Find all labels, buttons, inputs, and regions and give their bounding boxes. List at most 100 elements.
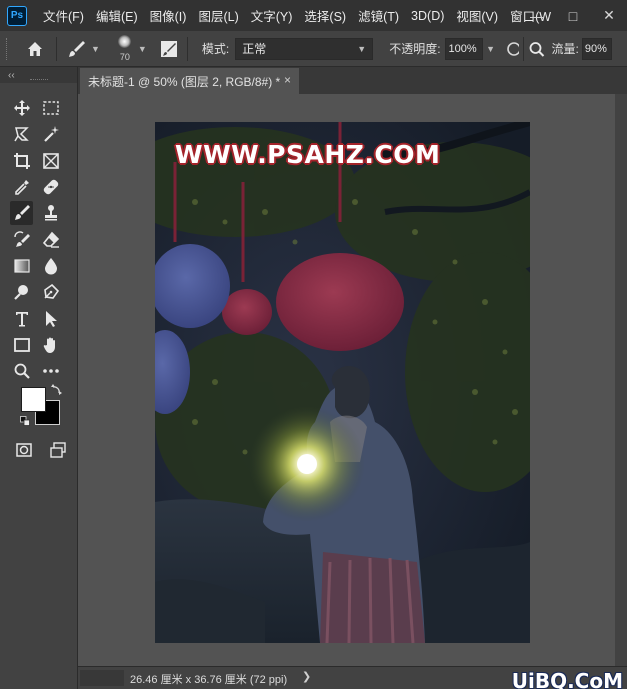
menu-file[interactable]: 文件(F) (37, 6, 90, 25)
watermark-text: WWW.PSAHZ.COM (175, 140, 441, 169)
more-icon (42, 369, 59, 373)
screen-mode-button[interactable] (46, 440, 70, 460)
flow-input[interactable]: 90% (581, 37, 612, 60)
hand-icon (43, 337, 55, 353)
zoom-field[interactable] (80, 670, 124, 686)
options-bar-grip[interactable] (6, 37, 10, 60)
photoshop-logo: Ps (7, 5, 27, 26)
crop-icon (13, 152, 30, 169)
menu-image[interactable]: 图像(I) (144, 6, 193, 25)
menu-select[interactable]: 选择(S) (298, 6, 352, 25)
arrow-cursor-icon (45, 310, 57, 327)
mode-value: 正常 (242, 42, 267, 56)
document-canvas[interactable]: WWW.PSAHZ.COM (155, 122, 530, 643)
pen-tool[interactable] (39, 280, 62, 304)
window-controls: — □ ✕ (519, 0, 627, 31)
menu-layer[interactable]: 图层(L) (192, 6, 244, 25)
path-selection-tool[interactable] (39, 307, 62, 331)
opacity-dropdown[interactable]: ▼ (483, 38, 499, 60)
healing-brush-tool[interactable] (39, 175, 62, 199)
marquee-icon (42, 101, 59, 115)
frame-icon (42, 152, 59, 169)
stamp-icon (44, 205, 57, 221)
separator (522, 36, 524, 61)
brush-icon (14, 205, 30, 221)
status-menu-chevron-icon[interactable]: ❯ (302, 670, 311, 683)
airbrush-search-button[interactable] (528, 39, 546, 59)
document-tab[interactable]: 未标题-1 @ 50% (图层 2, RGB/8#) * × (80, 68, 299, 94)
more-tools-button[interactable] (39, 359, 62, 383)
zoom-icon (14, 363, 30, 379)
history-brush-icon (13, 230, 30, 247)
mode-label: 模式: (201, 42, 230, 56)
close-tab-icon[interactable]: × (284, 73, 291, 87)
gradient-tool[interactable] (10, 254, 33, 278)
separator (186, 36, 188, 61)
tools-panel: ‹‹ (0, 67, 78, 689)
flow-label: 流量: (551, 42, 579, 56)
mode-buttons (12, 440, 80, 460)
menu-bar: Ps 文件(F) 编辑(E) 图像(I) 图层(L) 文字(Y) 选择(S) 滤… (0, 0, 627, 31)
color-swatches (18, 382, 68, 432)
brush-settings-icon (160, 40, 177, 57)
quick-mask-button[interactable] (12, 440, 36, 460)
clone-stamp-tool[interactable] (39, 201, 62, 225)
frame-tool[interactable] (39, 149, 62, 173)
menu-type[interactable]: 文字(Y) (245, 6, 299, 25)
history-brush-tool[interactable] (10, 228, 33, 252)
gradient-icon (13, 259, 30, 273)
menu-view[interactable]: 视图(V) (450, 6, 504, 25)
restore-button[interactable]: □ (555, 0, 591, 31)
brush-settings-button[interactable] (159, 39, 179, 59)
rectangle-tool[interactable] (10, 333, 33, 357)
lasso-icon (13, 127, 29, 142)
magic-wand-tool[interactable] (39, 122, 62, 146)
rectangle-icon (13, 337, 30, 352)
lasso-tool[interactable] (10, 122, 33, 146)
foreground-color[interactable] (21, 387, 46, 412)
marquee-tool[interactable] (39, 96, 62, 120)
default-colors-icon[interactable] (20, 416, 30, 426)
hand-tool[interactable] (39, 333, 62, 357)
search-icon (529, 41, 544, 57)
document-dimensions: 26.46 厘米 x 36.76 厘米 (72 ppi) (130, 674, 288, 686)
mode-select[interactable]: 正常 ▼ (235, 37, 374, 60)
eraser-tool[interactable] (39, 228, 62, 252)
vertical-scrollbar[interactable] (615, 94, 627, 666)
home-icon (28, 41, 42, 56)
menu-filter[interactable]: 滤镜(T) (352, 6, 405, 25)
home-button[interactable] (22, 36, 48, 62)
magic-wand-icon (43, 126, 59, 143)
eyedropper-tool[interactable] (10, 175, 33, 199)
chevron-down-icon: ▼ (357, 43, 367, 54)
brush-tool[interactable] (10, 201, 33, 226)
dodge-icon (13, 285, 28, 300)
swap-colors-icon[interactable] (51, 383, 63, 395)
opacity-input[interactable]: 100% (444, 37, 483, 60)
menu-edit[interactable]: 编辑(E) (90, 6, 144, 25)
dodge-tool[interactable] (10, 280, 33, 304)
brush-icon (69, 40, 85, 57)
blur-tool[interactable] (39, 254, 62, 278)
menu-3d[interactable]: 3D(D) (405, 9, 450, 23)
crop-tool[interactable] (10, 149, 33, 173)
zoom-tool[interactable] (10, 359, 33, 383)
drop-icon (44, 257, 57, 275)
tools-panel-grip[interactable] (30, 79, 48, 81)
tool-preset-picker[interactable]: ▼ (67, 39, 100, 59)
move-tool[interactable] (10, 96, 33, 120)
chevron-down-icon: ▼ (91, 43, 100, 54)
eyedropper-icon (14, 180, 29, 195)
brush-tip-icon (117, 34, 131, 48)
separator (56, 36, 57, 61)
pressure-opacity-button[interactable] (505, 39, 521, 59)
brush-preset-picker[interactable]: 70 (110, 33, 140, 65)
brush-size-value: 70 (119, 51, 130, 62)
type-icon (15, 311, 28, 327)
move-icon (13, 100, 30, 117)
photo-artwork (155, 122, 530, 643)
type-tool[interactable] (10, 307, 33, 331)
minimize-button[interactable]: — (519, 0, 555, 31)
close-button[interactable]: ✕ (591, 0, 627, 31)
document-tabbar: 未标题-1 @ 50% (图层 2, RGB/8#) * × (78, 67, 627, 94)
